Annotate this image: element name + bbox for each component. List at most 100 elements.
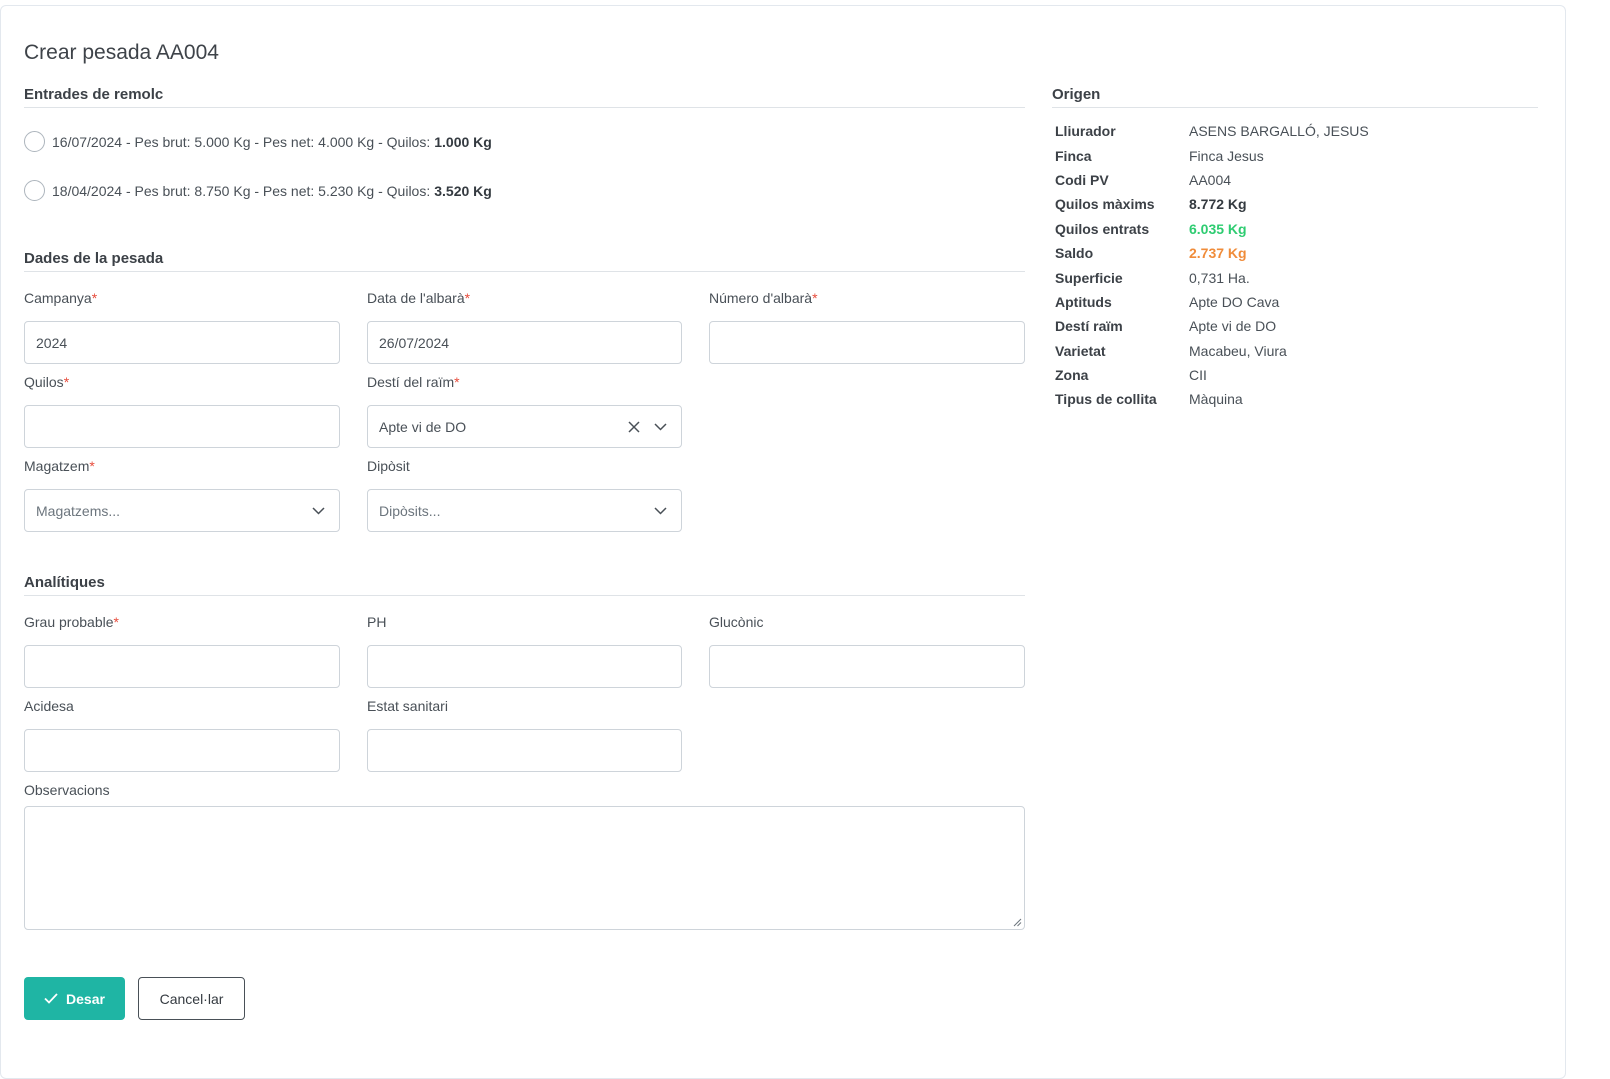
origin-value: Apte DO Cava — [1189, 293, 1280, 310]
observations-textarea[interactable] — [24, 806, 1025, 930]
origin-row: Destí raïm Apte vi de DO — [1055, 314, 1369, 338]
delivery-date-value: 26/07/2024 — [379, 334, 450, 351]
warehouse-select[interactable]: Magatzems... — [24, 489, 340, 532]
origin-key: Superficie — [1055, 269, 1123, 286]
gluconic-input[interactable] — [709, 645, 1025, 688]
campaign-label-text: Campanya — [24, 290, 92, 306]
delivery-number-label: Número d'albarà* — [709, 290, 818, 306]
origin-details: Lliurador ASENS BARGALLÓ, JESUS Finca Fi… — [1055, 119, 1369, 412]
clear-icon[interactable] — [628, 420, 640, 433]
sanitary-state-label: Estat sanitari — [367, 698, 448, 714]
chevron-down-icon[interactable] — [312, 506, 325, 515]
sanitary-state-input[interactable] — [367, 729, 682, 772]
campaign-value: 2024 — [36, 334, 68, 351]
required-mark: * — [91, 290, 98, 306]
origin-value: ASENS BARGALLÓ, JESUS — [1189, 123, 1369, 140]
probable-degree-label: Grau probable* — [24, 614, 119, 630]
campaign-input[interactable]: 2024 — [24, 321, 340, 364]
delivery-date-input[interactable]: 26/07/2024 — [367, 321, 682, 364]
origin-row: Lliurador ASENS BARGALLÓ, JESUS — [1055, 119, 1369, 143]
origin-row: Quilos màxims 8.772 Kg — [1055, 192, 1369, 216]
origin-key: Finca — [1055, 147, 1092, 164]
radio-button[interactable] — [24, 131, 45, 152]
origin-row: Finca Finca Jesus — [1055, 143, 1369, 167]
acidity-label-text: Acidesa — [24, 698, 74, 714]
ph-label-text: PH — [367, 614, 387, 630]
required-mark: * — [89, 458, 95, 474]
required-mark: * — [113, 614, 119, 630]
origin-row: Codi PV AA004 — [1055, 168, 1369, 192]
tank-label: Dipòsit — [367, 458, 410, 474]
warehouse-placeholder: Magatzems... — [36, 502, 121, 519]
origin-value: 0,731 Ha. — [1189, 269, 1250, 286]
origin-key: Varietat — [1055, 342, 1106, 359]
save-button[interactable]: Desar — [24, 977, 125, 1020]
grape-destination-label: Destí del raïm* — [367, 374, 460, 390]
grape-destination-value: Apte vi de DO — [379, 418, 467, 435]
max-kilos-value: 8.772 Kg — [1189, 196, 1247, 213]
origin-value: Finca Jesus — [1189, 147, 1264, 164]
grape-destination-label-text: Destí del raïm — [367, 374, 455, 390]
kilos-input[interactable] — [24, 405, 340, 448]
cancel-button[interactable]: Cancel·lar — [138, 977, 245, 1020]
delivery-number-input[interactable] — [709, 321, 1025, 364]
required-mark: * — [63, 374, 70, 390]
probable-degree-input[interactable] — [24, 645, 340, 688]
section-title-weighing-data: Dades de la pesada — [24, 250, 1025, 272]
required-mark: * — [464, 290, 471, 306]
chevron-down-icon[interactable] — [654, 422, 667, 431]
origin-row: Quilos entrats 6.035 Kg — [1055, 217, 1369, 241]
origin-key: Saldo — [1055, 245, 1094, 262]
trailer-entry-kilos: 3.520 Kg — [434, 182, 492, 199]
cancel-button-label: Cancel·lar — [159, 990, 224, 1007]
tank-select[interactable]: Dipòsits... — [367, 489, 682, 532]
tank-placeholder: Dipòsits... — [379, 502, 441, 519]
grape-destination-select[interactable]: Apte vi de DO — [367, 405, 682, 448]
warehouse-label-text: Magatzem — [24, 458, 90, 474]
check-icon — [44, 993, 58, 1004]
radio-button[interactable] — [24, 180, 45, 201]
section-title-origin: Origen — [1052, 86, 1538, 108]
probable-degree-label-text: Grau probable — [24, 614, 114, 630]
required-mark: * — [454, 374, 460, 390]
ph-input[interactable] — [367, 645, 682, 688]
origin-row: Superficie 0,731 Ha. — [1055, 265, 1369, 289]
balance-value: 2.737 Kg — [1189, 245, 1247, 262]
section-title-trailer-entries: Entrades de remolc — [24, 86, 1025, 108]
origin-row: Aptituds Apte DO Cava — [1055, 290, 1369, 314]
kilos-label: Quilos* — [24, 374, 69, 390]
delivery-number-label-text: Número d'albarà — [709, 290, 813, 306]
origin-value: Apte vi de DO — [1189, 318, 1277, 335]
sanitary-state-label-text: Estat sanitari — [367, 698, 448, 714]
save-button-label: Desar — [66, 990, 105, 1007]
trailer-entry-text: 18/04/2024 - Pes brut: 8.750 Kg - Pes ne… — [52, 182, 431, 199]
observations-label-text: Observacions — [24, 782, 110, 798]
trailer-entry-option[interactable]: 18/04/2024 - Pes brut: 8.750 Kg - Pes ne… — [24, 180, 492, 201]
origin-key: Lliurador — [1055, 123, 1116, 140]
trailer-entry-text: 16/07/2024 - Pes brut: 5.000 Kg - Pes ne… — [52, 133, 431, 150]
origin-key: Zona — [1055, 367, 1089, 384]
trailer-entry-kilos: 1.000 Kg — [434, 133, 492, 150]
delivery-date-label-text: Data de l'albarà — [367, 290, 465, 306]
origin-value: Macabeu, Viura — [1189, 342, 1287, 359]
acidity-input[interactable] — [24, 729, 340, 772]
warehouse-label: Magatzem* — [24, 458, 95, 474]
resize-handle-icon[interactable] — [1013, 918, 1022, 927]
tank-label-text: Dipòsit — [367, 458, 410, 474]
origin-row: Saldo 2.737 Kg — [1055, 241, 1369, 265]
origin-key: Tipus de collita — [1055, 391, 1157, 408]
gluconic-label: Glucònic — [709, 614, 763, 630]
required-mark: * — [812, 290, 818, 306]
form-card: Crear pesada AA004 Entrades de remolc 16… — [0, 5, 1566, 1079]
origin-value: AA004 — [1189, 171, 1232, 188]
origin-key: Aptituds — [1055, 293, 1112, 310]
ph-label: PH — [367, 614, 386, 630]
origin-value: Màquina — [1189, 391, 1243, 408]
section-title-analytics: Analítiques — [24, 574, 1025, 596]
chevron-down-icon[interactable] — [654, 506, 667, 515]
origin-row: Varietat Macabeu, Viura — [1055, 339, 1369, 363]
campaign-label: Campanya* — [24, 290, 97, 306]
trailer-entry-option[interactable]: 16/07/2024 - Pes brut: 5.000 Kg - Pes ne… — [24, 131, 492, 152]
acidity-label: Acidesa — [24, 698, 74, 714]
gluconic-label-text: Glucònic — [709, 614, 764, 630]
